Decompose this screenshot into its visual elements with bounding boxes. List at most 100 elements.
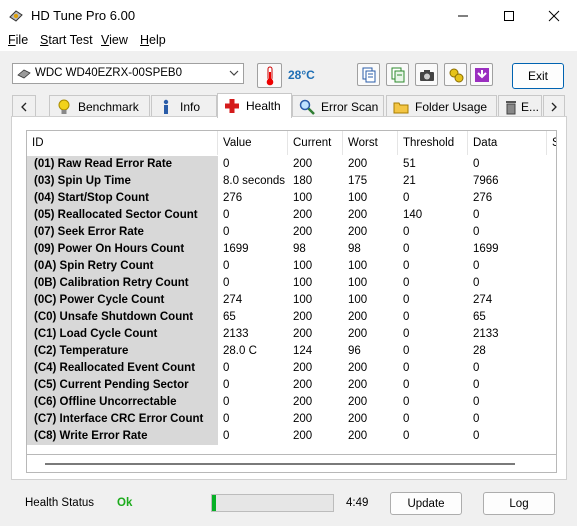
- attribute-worst: 200: [348, 158, 368, 170]
- tab-scroll-right-button[interactable]: [543, 95, 565, 117]
- column-header-threshold[interactable]: Threshold: [398, 131, 468, 155]
- screenshot-button[interactable]: [415, 63, 438, 86]
- temperature-button[interactable]: [257, 63, 282, 88]
- trash-icon: [503, 99, 519, 115]
- copy-text-button[interactable]: [357, 63, 380, 86]
- scrollbar-thumb[interactable]: [45, 463, 515, 465]
- attribute-value: 0: [223, 226, 230, 238]
- table-row[interactable]: (C1) Load Cycle Count 2133 200 200 0 2133: [27, 326, 556, 343]
- exit-button[interactable]: Exit: [512, 63, 564, 89]
- attribute-data: 0: [473, 209, 480, 221]
- options-gear-icon: [449, 68, 463, 82]
- attribute-threshold: 0: [403, 430, 410, 442]
- tab-error-scan[interactable]: Error Scan: [292, 95, 384, 117]
- attribute-data: 0: [473, 430, 480, 442]
- health-cross-icon: [224, 98, 240, 114]
- column-header-id[interactable]: ID: [27, 131, 218, 155]
- save-button[interactable]: [470, 63, 493, 86]
- tab-scroll-left-button[interactable]: [12, 95, 36, 117]
- copy-text-icon: [362, 67, 375, 82]
- attribute-value: 0: [223, 430, 230, 442]
- attribute-threshold: 0: [403, 345, 410, 357]
- download-arrow-icon: [474, 67, 489, 82]
- drive-select[interactable]: WDC WD40EZRX-00SPEB0: [12, 63, 244, 84]
- attribute-worst: 98: [348, 243, 361, 255]
- table-row[interactable]: (09) Power On Hours Count 1699 98 98 0 1699: [27, 241, 556, 258]
- attribute-id: (C2) Temperature: [27, 343, 218, 360]
- progress-bar: [211, 494, 334, 512]
- attribute-threshold: 0: [403, 413, 410, 425]
- attribute-value: 0: [223, 277, 230, 289]
- chevron-down-icon: [229, 67, 239, 81]
- attribute-threshold: 0: [403, 260, 410, 272]
- column-header-value[interactable]: Value: [218, 131, 288, 155]
- attribute-current: 124: [293, 345, 313, 357]
- attribute-id: (C1) Load Cycle Count: [27, 326, 218, 343]
- info-icon: [158, 99, 174, 115]
- table-row[interactable]: (07) Seek Error Rate 0 200 200 0 0: [27, 224, 556, 241]
- table-row[interactable]: (C8) Write Error Rate 0 200 200 0 0: [27, 428, 556, 445]
- smart-table: ID Value Current Worst Threshold Data S …: [26, 130, 557, 455]
- table-row[interactable]: (03) Spin Up Time 8.0 seconds 180 175 21 7966: [27, 173, 556, 190]
- attribute-current: 100: [293, 192, 313, 204]
- table-row[interactable]: (C7) Interface CRC Error Count 0 200 200 0 0: [27, 411, 556, 428]
- attribute-value: 28.0 C: [223, 345, 257, 357]
- tab-health[interactable]: Health: [217, 93, 292, 118]
- table-row[interactable]: (C6) Offline Uncorrectable 0 200 200 0 0: [27, 394, 556, 411]
- table-row[interactable]: (01) Raw Read Error Rate 0 200 200 51 0: [27, 156, 556, 173]
- table-row[interactable]: (C4) Reallocated Event Count 0 200 200 0 0: [27, 360, 556, 377]
- attribute-data: 0: [473, 226, 480, 238]
- column-header-worst[interactable]: Worst: [343, 131, 398, 155]
- tab-erase[interactable]: E...: [498, 95, 542, 117]
- update-button[interactable]: Update: [390, 492, 462, 515]
- attribute-worst: 200: [348, 379, 368, 391]
- attribute-id: (05) Reallocated Sector Count: [27, 207, 218, 224]
- table-row[interactable]: (04) Start/Stop Count 276 100 100 0 276: [27, 190, 556, 207]
- attribute-value: 0: [223, 158, 230, 170]
- options-button[interactable]: [444, 63, 467, 86]
- menu-help[interactable]: Help: [140, 33, 166, 47]
- table-row[interactable]: (0B) Calibration Retry Count 0 100 100 0 0: [27, 275, 556, 292]
- attribute-current: 200: [293, 328, 313, 340]
- title-bar: HD Tune Pro 6.00: [0, 0, 577, 31]
- log-button[interactable]: Log: [483, 492, 555, 515]
- menu-file[interactable]: File: [8, 33, 28, 47]
- attribute-worst: 200: [348, 413, 368, 425]
- horizontal-scrollbar[interactable]: [26, 455, 557, 473]
- attribute-worst: 100: [348, 294, 368, 306]
- table-row[interactable]: (C5) Current Pending Sector 0 200 200 0 0: [27, 377, 556, 394]
- hard-disk-icon: [17, 68, 31, 83]
- table-row[interactable]: (C2) Temperature 28.0 C 124 96 0 28: [27, 343, 556, 360]
- hdtune-app-icon: [8, 8, 24, 24]
- tab-benchmark[interactable]: Benchmark: [49, 95, 150, 117]
- column-header-status[interactable]: S: [547, 131, 556, 155]
- column-header-current[interactable]: Current: [288, 131, 343, 155]
- menu-start-test[interactable]: Start Test: [40, 33, 93, 47]
- attribute-id: (09) Power On Hours Count: [27, 241, 218, 258]
- attribute-id: (C5) Current Pending Sector: [27, 377, 218, 394]
- menu-view[interactable]: View: [101, 33, 128, 47]
- table-row[interactable]: (0A) Spin Retry Count 0 100 100 0 0: [27, 258, 556, 275]
- attribute-threshold: 0: [403, 328, 410, 340]
- tab-folder-usage[interactable]: Folder Usage: [386, 95, 497, 117]
- minimize-button[interactable]: [440, 0, 486, 31]
- tab-info[interactable]: Info: [151, 95, 217, 117]
- copy-screenshot-icon: [391, 67, 404, 82]
- copy-screenshot-button[interactable]: [386, 63, 409, 86]
- table-row[interactable]: (0C) Power Cycle Count 274 100 100 0 274: [27, 292, 556, 309]
- lightbulb-icon: [56, 99, 72, 115]
- attribute-id: (0C) Power Cycle Count: [27, 292, 218, 309]
- attribute-data: 1699: [473, 243, 499, 255]
- table-row[interactable]: (C0) Unsafe Shutdown Count 65 200 200 0 65: [27, 309, 556, 326]
- table-row[interactable]: (05) Reallocated Sector Count 0 200 200 140 0: [27, 207, 556, 224]
- attribute-value: 8.0 seconds: [223, 175, 286, 187]
- attribute-data: 0: [473, 277, 480, 289]
- close-button[interactable]: [531, 0, 577, 31]
- timer: 4:49: [346, 497, 369, 509]
- attribute-worst: 200: [348, 311, 368, 323]
- column-header-data[interactable]: Data: [468, 131, 547, 155]
- maximize-button[interactable]: [486, 0, 532, 31]
- attribute-value: 0: [223, 260, 230, 272]
- attribute-current: 200: [293, 396, 313, 408]
- attribute-threshold: 0: [403, 294, 410, 306]
